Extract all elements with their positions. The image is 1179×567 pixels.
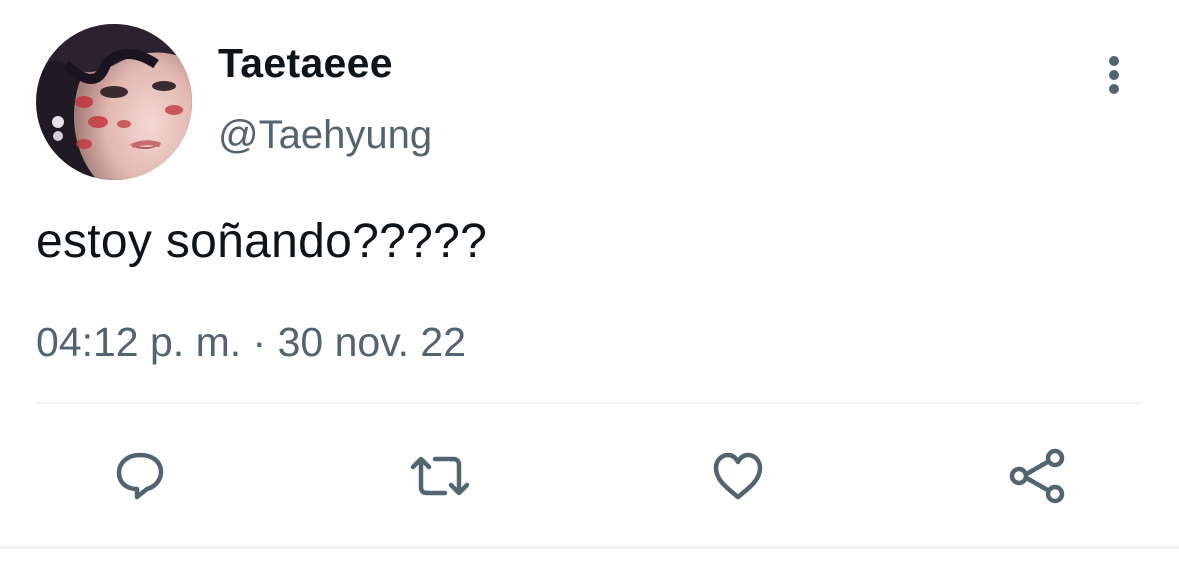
more-options-button[interactable]: [1092, 52, 1136, 102]
retweet-arrows-icon: [410, 456, 470, 496]
heart-icon: [713, 452, 763, 500]
reply-button[interactable]: [104, 440, 176, 512]
tweet-timestamp[interactable]: 04:12 p. m. · 30 nov. 22: [36, 316, 466, 368]
share-nodes-icon: [1009, 448, 1065, 504]
like-button[interactable]: [702, 440, 774, 512]
actions-divider: [36, 402, 1142, 404]
author-handle[interactable]: @Taehyung: [218, 110, 432, 160]
tweet-bottom-border: [0, 546, 1179, 549]
tweet-actions-bar: [0, 440, 1179, 512]
retweet-button[interactable]: [404, 440, 476, 512]
tweet-date: 30 nov. 22: [277, 319, 467, 365]
tweet-text: estoy soñando?????: [36, 215, 488, 268]
tweet-time: 04:12 p. m.: [36, 319, 242, 365]
share-button[interactable]: [1002, 440, 1074, 512]
author-avatar[interactable]: [36, 24, 192, 180]
timestamp-separator: ·: [252, 319, 267, 365]
author-display-name[interactable]: Taetaeee: [218, 38, 393, 88]
speech-bubble-icon: [116, 452, 164, 500]
avatar-photo: [36, 24, 192, 180]
vertical-ellipsis-icon: [1109, 56, 1119, 94]
